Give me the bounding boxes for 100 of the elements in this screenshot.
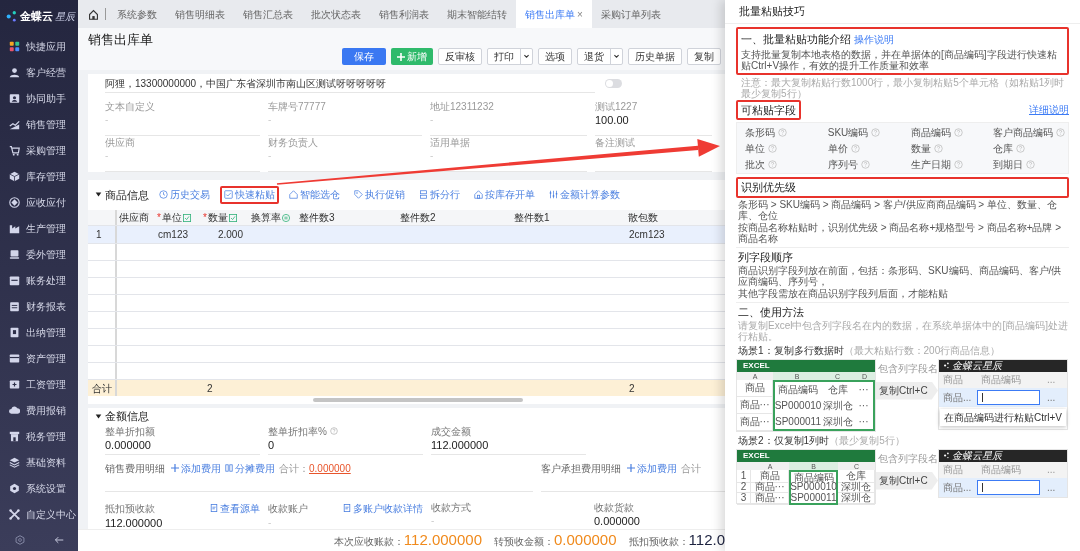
- toolbar-button[interactable]: 反审核: [438, 48, 482, 65]
- text-link[interactable]: 添加费用: [171, 460, 221, 476]
- help-icon[interactable]: [850, 143, 860, 153]
- field-value: -: [430, 149, 435, 163]
- field-label: 收款方式: [431, 500, 471, 514]
- sidebar-item[interactable]: 采购管理: [0, 137, 78, 163]
- help-icon[interactable]: [1026, 159, 1036, 169]
- field-value: -: [105, 149, 110, 163]
- save-button[interactable]: 保存: [342, 48, 386, 65]
- field-name: 数量: [910, 141, 931, 156]
- toolbar-link[interactable]: 历史交易: [155, 185, 214, 204]
- help-icon[interactable]: [860, 159, 870, 169]
- tab[interactable]: 期末智能结转: [438, 0, 516, 28]
- scrollbar-thumb[interactable]: [313, 398, 523, 403]
- close-icon[interactable]: ×: [577, 6, 583, 22]
- app-logo-text: 金蝶云星辰: [952, 450, 1002, 461]
- field-label: 备注测试: [595, 136, 636, 149]
- sidebar-item[interactable]: 自定义中心: [0, 501, 78, 527]
- sidebar-item[interactable]: 应收应付: [0, 189, 78, 215]
- tab[interactable]: 销售汇总表: [234, 0, 302, 28]
- help-icon[interactable]: [933, 143, 943, 153]
- settings-icon: [9, 482, 20, 494]
- sidebar-item[interactable]: 库存管理: [0, 163, 78, 189]
- toggle-switch[interactable]: [605, 79, 622, 88]
- text-link[interactable]: 查看源单: [210, 500, 260, 516]
- tab[interactable]: 销售利润表: [370, 0, 438, 28]
- input-field[interactable]: [977, 389, 1040, 405]
- help-icon[interactable]: [871, 127, 881, 137]
- sidebar-item[interactable]: 税务管理: [0, 423, 78, 449]
- toolbar-button[interactable]: 选项: [538, 48, 572, 65]
- field-name: 生产日期: [910, 157, 951, 172]
- toolbar-button[interactable]: 历史单据: [628, 48, 682, 65]
- help-icon[interactable]: [1016, 143, 1026, 153]
- toolbar-link[interactable]: 智能选仓: [285, 185, 344, 204]
- app-header-cell-text: ...: [1046, 463, 1057, 477]
- toolbar-link[interactable]: 快速粘贴: [220, 185, 279, 204]
- total-link[interactable]: 0.000000: [309, 460, 351, 476]
- field-value: -: [268, 113, 273, 127]
- sidebar-item[interactable]: 系统设置: [0, 475, 78, 501]
- tab[interactable]: 采购订单列表: [591, 0, 670, 28]
- sidebar-item[interactable]: 销售管理: [0, 111, 78, 137]
- field-value: -: [268, 149, 273, 163]
- field-value: -: [268, 515, 273, 529]
- section-title: 金额信息: [105, 409, 149, 424]
- sidebar-item[interactable]: 基础资料: [0, 449, 78, 475]
- sliders-icon: [549, 190, 558, 200]
- sidebar-item[interactable]: 账务处理: [0, 267, 78, 293]
- table-row[interactable]: 1 cm123 2.000 2cm123: [88, 226, 725, 245]
- card-icon: [9, 352, 20, 364]
- toolbar-link[interactable]: 按库存开单: [470, 185, 539, 204]
- field-label: 财务负责人: [268, 136, 319, 149]
- toolbar-link[interactable]: 金额计算参数: [545, 185, 624, 204]
- spreadsheet-cell: ···: [854, 413, 875, 431]
- input-field[interactable]: [977, 479, 1040, 495]
- dropdown-button[interactable]: 打印: [487, 48, 533, 65]
- spreadsheet-title: EXCEL: [737, 359, 875, 372]
- help-icon[interactable]: [768, 159, 777, 169]
- sidebar-item[interactable]: 工资管理: [0, 371, 78, 397]
- help-link[interactable]: 详细说明: [1029, 102, 1069, 118]
- help-icon[interactable]: [953, 127, 963, 137]
- help-icon[interactable]: [768, 143, 777, 153]
- field-value: 100.00: [595, 113, 630, 127]
- toolbar-button[interactable]: 复制: [687, 48, 721, 65]
- settings-icon[interactable]: [14, 535, 25, 545]
- toolbar-link[interactable]: 执行促销: [350, 185, 409, 204]
- field-label: 成交金额: [431, 424, 471, 438]
- tab[interactable]: 批次状态表: [302, 0, 370, 28]
- help-icon[interactable]: [778, 127, 787, 137]
- spreadsheet-cell: 商品: [751, 469, 789, 483]
- sidebar-item[interactable]: 生产管理: [0, 215, 78, 241]
- text-link[interactable]: 添加费用: [627, 460, 677, 476]
- field-label: 文本自定义: [105, 100, 156, 113]
- plus-icon: [627, 464, 635, 472]
- arrow-left-icon[interactable]: [53, 535, 64, 545]
- caret-icon[interactable]: [95, 191, 102, 199]
- text-link[interactable]: 分摊费用: [225, 460, 275, 476]
- sidebar-item[interactable]: 费用报销: [0, 397, 78, 423]
- sidebar-item[interactable]: 财务报表: [0, 293, 78, 319]
- help-icon[interactable]: [1056, 127, 1066, 137]
- sidebar-item[interactable]: 委外管理: [0, 241, 78, 267]
- building-icon: [9, 430, 20, 442]
- person-icon: [9, 66, 20, 78]
- sidebar-item[interactable]: 出纳管理: [0, 319, 78, 345]
- dropdown-button[interactable]: 退货: [577, 48, 623, 65]
- help-icon[interactable]: [953, 159, 963, 169]
- sidebar-item[interactable]: 快捷应用: [0, 33, 78, 59]
- text-link[interactable]: 多账户收款详情: [343, 500, 423, 516]
- sidebar-item[interactable]: 客户经营: [0, 59, 78, 85]
- toolbar-link[interactable]: 拆分行: [415, 185, 464, 204]
- home-icon[interactable]: [88, 8, 99, 20]
- caret-icon[interactable]: [95, 412, 102, 420]
- sidebar-item[interactable]: 资产管理: [0, 345, 78, 371]
- app-cell-text: ...: [1046, 390, 1057, 405]
- tab[interactable]: 销售明细表: [166, 0, 234, 28]
- sidebar-item[interactable]: 协同助手: [0, 85, 78, 111]
- help-icon[interactable]: [329, 427, 338, 435]
- monitor-icon: [9, 248, 20, 260]
- tab[interactable]: 销售出库单 ×: [516, 0, 592, 28]
- help-link[interactable]: 操作说明: [854, 32, 894, 47]
- tab[interactable]: 系统参数: [108, 0, 166, 28]
